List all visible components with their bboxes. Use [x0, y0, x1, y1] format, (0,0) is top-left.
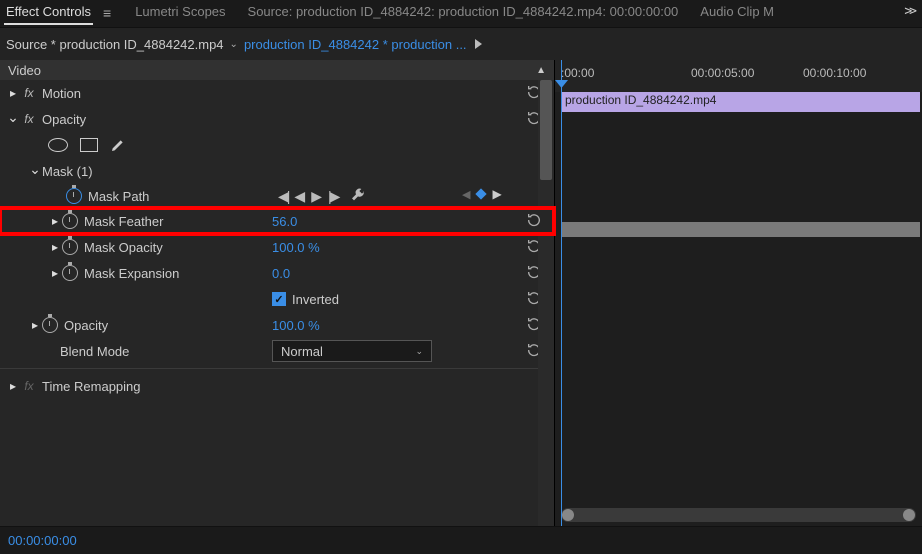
track-forward-button[interactable]: ▶ [311, 188, 322, 205]
stopwatch-icon[interactable] [62, 265, 78, 281]
add-keyframe-button[interactable] [476, 188, 487, 199]
divider [0, 368, 554, 369]
effect-label: Opacity [42, 112, 192, 127]
property-label: Mask Path [88, 189, 238, 204]
dropdown-icon: ⌄ [415, 346, 423, 357]
mask-feather-row[interactable]: Mask Feather 56.0 [0, 208, 554, 234]
mask-inverted-row[interactable]: Inverted [0, 286, 554, 312]
zoom-handle-right[interactable] [903, 509, 915, 521]
pen-mask-button[interactable] [110, 136, 126, 154]
tab-audio-clip-mixer[interactable]: Audio Clip M [698, 0, 776, 23]
play-indicator-icon[interactable] [475, 39, 482, 49]
blend-mode-selected: Normal [281, 344, 323, 359]
property-label: Blend Mode [60, 344, 260, 359]
fx-badge-icon[interactable]: fx [20, 86, 38, 100]
twirl-icon[interactable] [6, 86, 20, 100]
track-backward-frame-button[interactable]: ◀| [278, 188, 288, 205]
stopwatch-icon[interactable] [42, 317, 58, 333]
zoom-handle-left[interactable] [562, 509, 574, 521]
twirl-icon[interactable] [6, 379, 20, 393]
source-clip-label: Source * production ID_4884242.mp4 [6, 37, 224, 52]
tab-source-monitor[interactable]: Source: production ID_4884242: productio… [246, 0, 681, 23]
playhead-line[interactable] [561, 60, 562, 526]
twirl-icon[interactable] [48, 240, 62, 254]
mask-row[interactable]: Mask (1) [0, 158, 554, 184]
effect-time-remapping-row[interactable]: fx Time Remapping [0, 373, 554, 399]
keyframe-track-strip[interactable] [561, 222, 920, 237]
panel-menu-icon[interactable]: ≡ [103, 0, 111, 21]
keyframe-navigator: ◀ ▶ [462, 187, 502, 201]
video-section-header[interactable]: Video ▲ [0, 60, 554, 80]
prev-keyframe-button[interactable]: ◀ [462, 188, 470, 201]
blend-mode-select[interactable]: Normal ⌄ [272, 340, 432, 362]
opacity-value[interactable]: 100.0 % [272, 318, 320, 333]
mask-path-row[interactable]: Mask Path ◀| ◀ ▶ |▶ ◀ ▶ [0, 184, 554, 208]
inverted-checkbox[interactable] [272, 292, 286, 306]
twirl-icon[interactable] [6, 111, 20, 128]
clip-bar[interactable]: production ID_4884242.mp4 [561, 92, 920, 112]
track-forward-frame-button[interactable]: |▶ [328, 188, 338, 205]
twirl-icon[interactable] [48, 214, 62, 228]
inverted-label: Inverted [292, 292, 339, 307]
mask-opacity-row[interactable]: Mask Opacity 100.0 % [0, 234, 554, 260]
mask-opacity-value[interactable]: 100.0 % [272, 240, 320, 255]
mask-path-tracking-controls: ◀| ◀ ▶ |▶ [278, 187, 366, 206]
property-label: Mask Opacity [84, 240, 234, 255]
ruler-tick: 00:00:10:00 [803, 66, 866, 80]
stopwatch-icon[interactable] [62, 213, 78, 229]
tab-effect-controls[interactable]: Effect Controls [4, 0, 93, 25]
opacity-property-row[interactable]: Opacity 100.0 % [0, 312, 554, 338]
tab-lumetri-scopes[interactable]: Lumetri Scopes [133, 0, 227, 23]
mask-shape-tools-row [0, 132, 554, 158]
next-keyframe-button[interactable]: ▶ [492, 187, 501, 201]
property-label: Mask Feather [84, 214, 234, 229]
timeline-ruler[interactable]: :00:00 00:00:05:00 00:00:10:00 [555, 60, 922, 92]
effect-label: Motion [42, 86, 192, 101]
ellipse-mask-button[interactable] [48, 138, 68, 152]
main-area: Video ▲ fx Motion fx Opacity [0, 60, 922, 526]
twirl-icon[interactable] [28, 163, 42, 180]
stopwatch-icon[interactable] [66, 188, 82, 204]
effect-timeline: :00:00 00:00:05:00 00:00:10:00 productio… [554, 60, 922, 526]
scrollbar-thumb[interactable] [540, 80, 552, 180]
twirl-icon[interactable] [28, 318, 42, 332]
twirl-icon[interactable] [48, 266, 62, 280]
panel-scrollbar[interactable] [538, 80, 554, 526]
fx-badge-icon[interactable]: fx [20, 112, 38, 126]
ruler-tick: 00:00:05:00 [691, 66, 754, 80]
bottom-bar: 00:00:00:00 [0, 526, 922, 554]
collapse-up-icon[interactable]: ▲ [536, 65, 546, 76]
property-label: Opacity [64, 318, 214, 333]
track-backward-button[interactable]: ◀ [294, 188, 305, 205]
blend-mode-row[interactable]: Blend Mode Normal ⌄ [0, 338, 554, 364]
fx-badge-icon[interactable]: fx [20, 379, 38, 393]
timeline-zoom-scrollbar[interactable] [561, 508, 916, 522]
current-timecode[interactable]: 00:00:00:00 [8, 533, 77, 548]
tracking-method-button[interactable] [350, 187, 366, 206]
mask-expansion-value[interactable]: 0.0 [272, 266, 290, 281]
sequence-label[interactable]: production ID_4884242 * production ... [244, 37, 467, 52]
effect-motion-row[interactable]: fx Motion [0, 80, 554, 106]
effect-label: Time Remapping [42, 379, 192, 394]
mask-label: Mask (1) [42, 164, 192, 179]
mask-expansion-row[interactable]: Mask Expansion 0.0 [0, 260, 554, 286]
rectangle-mask-button[interactable] [80, 138, 98, 152]
source-row: Source * production ID_4884242.mp4 ⌄ pro… [0, 28, 922, 60]
mask-feather-value[interactable]: 56.0 [272, 214, 297, 229]
twirl-down-icon[interactable]: ⌄ [230, 39, 238, 50]
property-label: Mask Expansion [84, 266, 234, 281]
stopwatch-icon[interactable] [62, 239, 78, 255]
video-label: Video [8, 63, 41, 78]
reset-property-button[interactable] [526, 212, 542, 231]
effect-opacity-row[interactable]: fx Opacity [0, 106, 554, 132]
overflow-chevrons-icon[interactable]: >> [904, 0, 918, 19]
effect-controls-panel: Video ▲ fx Motion fx Opacity [0, 60, 554, 526]
ruler-tick: :00:00 [561, 66, 594, 80]
top-tab-bar: Effect Controls ≡ Lumetri Scopes Source:… [0, 0, 922, 28]
